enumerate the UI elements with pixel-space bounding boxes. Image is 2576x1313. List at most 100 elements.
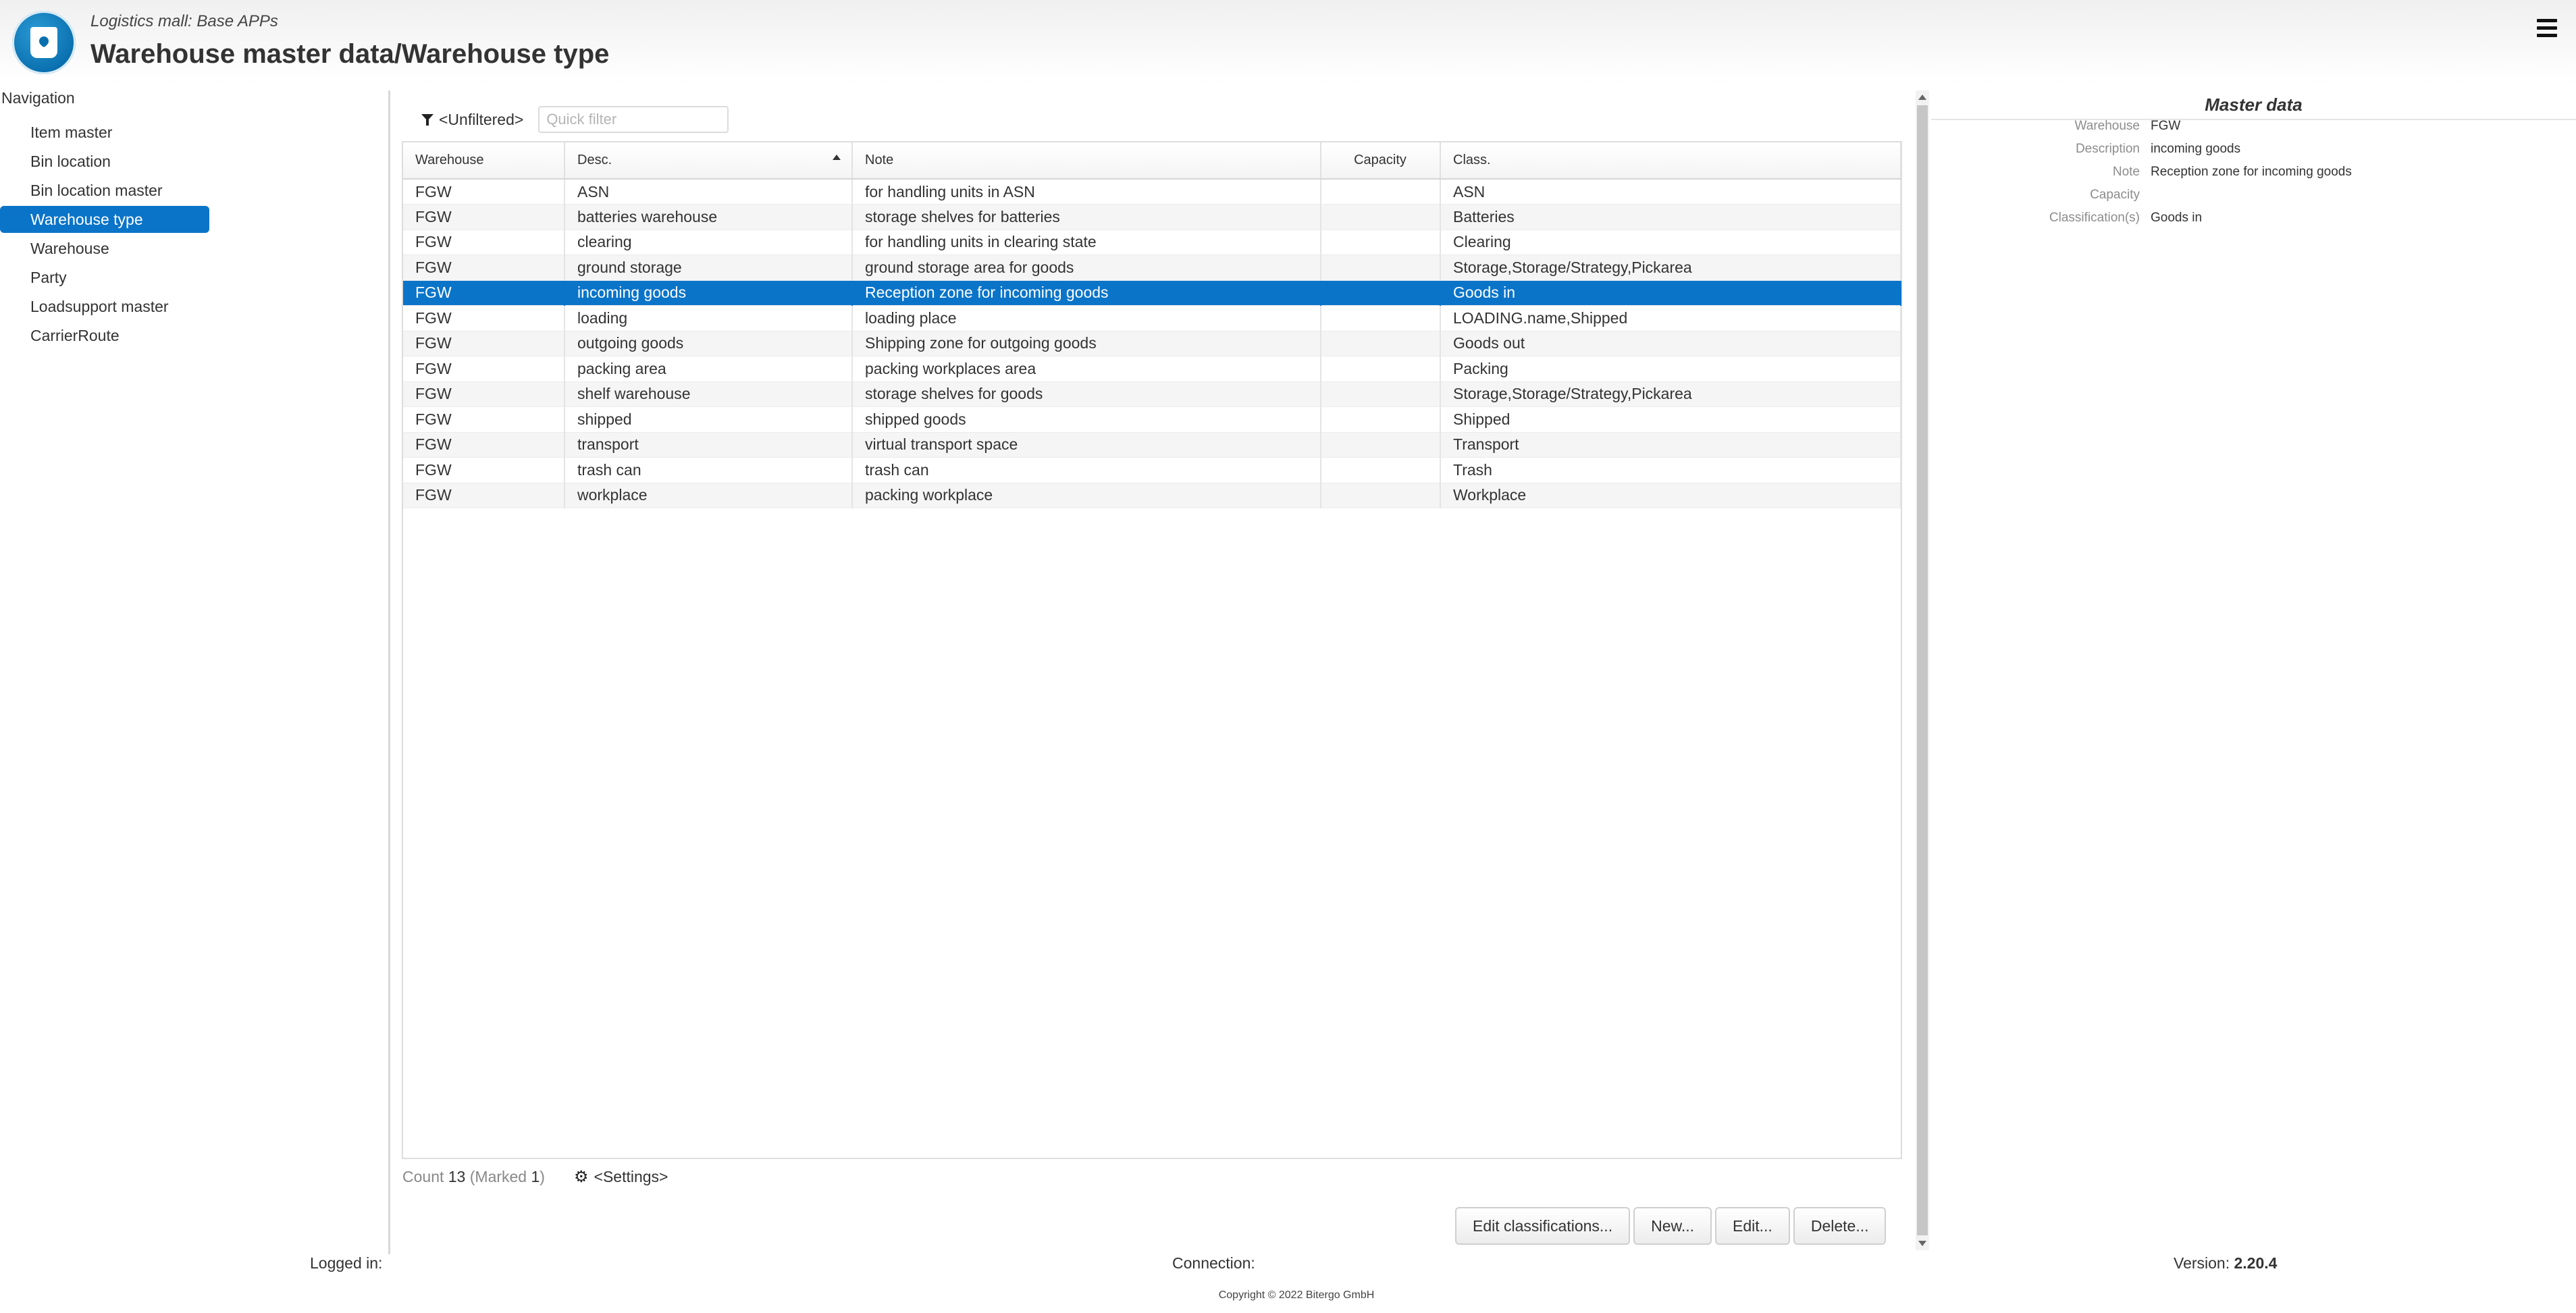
app-header: Logistics mall: Base APPs Warehouse mast…	[0, 0, 2576, 84]
logged-in-label: Logged in:	[310, 1254, 383, 1272]
delete-button[interactable]: Delete...	[1793, 1207, 1887, 1245]
cell-desc: trash can	[564, 457, 853, 483]
action-buttons: Edit classifications... New... Edit... D…	[1455, 1207, 1889, 1245]
cell-capacity	[1321, 179, 1441, 205]
scroll-thumb[interactable]	[1917, 105, 1928, 1235]
nav-item-loadsupport-master[interactable]: Loadsupport master	[0, 293, 209, 320]
cell-desc: workplace	[564, 483, 853, 508]
cell-warehouse: FGW	[403, 483, 565, 508]
column-header-warehouse[interactable]: Warehouse	[403, 142, 565, 180]
cell-warehouse: FGW	[403, 331, 565, 356]
cell-desc: loading	[564, 305, 853, 331]
nav-item-warehouse[interactable]: Warehouse	[0, 235, 209, 262]
table-row[interactable]: FGW transport virtual transport space Tr…	[403, 432, 1901, 458]
cell-note: for handling units in ASN	[852, 179, 1321, 205]
nav-item-carrier-route[interactable]: CarrierRoute	[0, 322, 209, 349]
table-row[interactable]: FGW loading loading place LOADING.name,S…	[403, 305, 1901, 331]
column-header-class[interactable]: Class.	[1440, 142, 1901, 180]
filter-bar: <Unfiltered>	[421, 105, 729, 134]
cell-note: loading place	[852, 305, 1321, 331]
nav-item-party[interactable]: Party	[0, 264, 209, 291]
filter-label[interactable]: <Unfiltered>	[439, 111, 523, 129]
cell-class: ASN	[1440, 179, 1901, 205]
cell-warehouse: FGW	[403, 432, 565, 458]
cell-warehouse: FGW	[403, 204, 565, 230]
cell-note: ground storage area for goods	[852, 254, 1321, 281]
detail-value: FGW	[2151, 119, 2181, 133]
copyright-text: Copyright © 2022 Bitergo GmbH	[1218, 1289, 1375, 1301]
scroll-up-icon[interactable]	[1918, 95, 1926, 100]
nav-divider[interactable]	[388, 90, 390, 1254]
main-scrollbar[interactable]	[1916, 90, 1929, 1250]
detail-label: Description	[2075, 142, 2140, 156]
nav-item-warehouse-type[interactable]: Warehouse type	[0, 206, 209, 233]
menu-bar	[2537, 34, 2557, 37]
table-row[interactable]: FGW outgoing goods Shipping zone for out…	[403, 331, 1901, 356]
table-row[interactable]: FGW shipped shipped goods Shipped	[403, 406, 1901, 433]
nav-item-bin-location[interactable]: Bin location	[0, 148, 209, 175]
nav-item-bin-location-master[interactable]: Bin location master	[0, 177, 209, 204]
cell-capacity	[1321, 457, 1441, 483]
cell-desc: incoming goods	[564, 280, 853, 306]
cell-note: storage shelves for goods	[852, 381, 1321, 407]
status-bar: Logged in: Connection: Version: 2.20.4	[0, 1250, 2576, 1277]
row-count: Count 13 (Marked 1)	[402, 1168, 545, 1186]
column-header-note[interactable]: Note	[852, 142, 1321, 180]
cell-warehouse: FGW	[403, 254, 565, 281]
cell-class: Workplace	[1440, 483, 1901, 508]
table-row[interactable]: FGW packing area packing workplaces area…	[403, 356, 1901, 382]
navigation-panel: Navigation Item master Bin location Bin …	[0, 86, 390, 1254]
table-row[interactable]: FGW batteries warehouse storage shelves …	[403, 204, 1901, 230]
cell-capacity	[1321, 331, 1441, 356]
cell-capacity	[1321, 280, 1441, 306]
edit-button[interactable]: Edit...	[1715, 1207, 1790, 1245]
nav-item-item-master[interactable]: Item master	[0, 119, 209, 146]
table-row[interactable]: FGW clearing for handling units in clear…	[403, 230, 1901, 255]
scroll-down-icon[interactable]	[1918, 1241, 1926, 1246]
cell-desc: packing area	[564, 356, 853, 382]
data-grid: Warehouse Desc. Note Capacity Class. FGW…	[403, 142, 1901, 508]
cell-note: Reception zone for incoming goods	[852, 280, 1321, 306]
table-row[interactable]: FGW shelf warehouse storage shelves for …	[403, 381, 1901, 407]
detail-row-warehouse: Warehouse FGW	[1931, 115, 2576, 138]
connection-status: Connection:	[1172, 1254, 1255, 1272]
detail-value: Goods in	[2151, 211, 2203, 225]
new-button[interactable]: New...	[1633, 1207, 1712, 1245]
count-value: 13	[448, 1168, 466, 1185]
table-row[interactable]: FGW ground storage ground storage area f…	[403, 254, 1901, 281]
cell-capacity	[1321, 305, 1441, 331]
cell-desc: batteries warehouse	[564, 204, 853, 230]
master-data-fields: Warehouse FGW Description incoming goods…	[1931, 115, 2576, 230]
column-header-capacity[interactable]: Capacity	[1321, 142, 1441, 180]
table-row[interactable]: FGW workplace packing workplace Workplac…	[403, 483, 1901, 508]
cell-class: Trash	[1440, 457, 1901, 483]
cell-warehouse: FGW	[403, 457, 565, 483]
navigation-list: Item master Bin location Bin location ma…	[0, 119, 209, 351]
menu-bar	[2537, 26, 2557, 30]
edit-classifications-button[interactable]: Edit classifications...	[1455, 1207, 1631, 1245]
cell-note: storage shelves for batteries	[852, 204, 1321, 230]
quick-filter-input[interactable]	[538, 106, 729, 133]
cell-warehouse: FGW	[403, 305, 565, 331]
cell-note: packing workplaces area	[852, 356, 1321, 382]
hamburger-menu-icon[interactable]	[2537, 19, 2557, 38]
detail-row-description: Description incoming goods	[1931, 138, 2576, 161]
cell-note: packing workplace	[852, 483, 1321, 508]
cell-capacity	[1321, 406, 1441, 433]
table-row[interactable]: FGW ASN for handling units in ASN ASN	[403, 179, 1901, 205]
detail-value: Reception zone for incoming goods	[2151, 165, 2352, 179]
detail-row-classifications: Classification(s) Goods in	[1931, 207, 2576, 230]
cell-warehouse: FGW	[403, 280, 565, 306]
sort-ascending-icon	[833, 155, 841, 160]
settings-link[interactable]: ⚙ <Settings>	[574, 1168, 668, 1186]
table-row[interactable]: FGW trash can trash can Trash	[403, 457, 1901, 483]
version-label: Version:	[2174, 1254, 2230, 1272]
column-header-desc[interactable]: Desc.	[564, 142, 853, 180]
filter-icon[interactable]	[421, 113, 433, 126]
cell-capacity	[1321, 254, 1441, 281]
table-row-selected[interactable]: FGW incoming goods Reception zone for in…	[403, 280, 1901, 306]
cell-warehouse: FGW	[403, 406, 565, 433]
navigation-title: Navigation	[1, 89, 75, 107]
cell-desc: clearing	[564, 230, 853, 255]
cell-warehouse: FGW	[403, 381, 565, 407]
